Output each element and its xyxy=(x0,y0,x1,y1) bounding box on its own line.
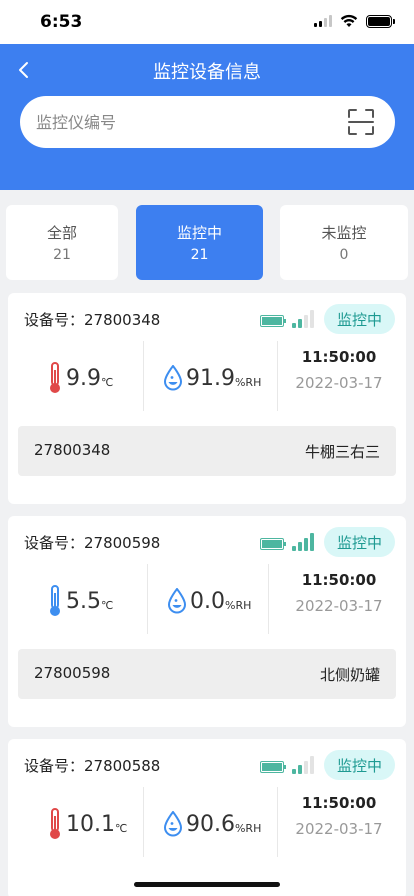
humidity-reading: 91.9 %RH xyxy=(164,338,261,418)
temperature-reading: 9.9 ℃ xyxy=(48,338,113,418)
humidity-value: 90.6 xyxy=(186,811,235,837)
humidity-reading: 0.0 %RH xyxy=(168,561,251,641)
status-badge: 监控中 xyxy=(324,304,395,334)
divider xyxy=(277,341,278,411)
thermometer-icon xyxy=(50,362,60,393)
device-signal-icon xyxy=(292,533,314,551)
tab-monitoring[interactable]: 监控中 21 xyxy=(136,205,263,280)
device-info-bar: 27800348 牛棚三右三 xyxy=(18,426,396,476)
tab-label: 监控中 xyxy=(176,224,222,242)
device-card[interactable]: 设备号：27800588 监控中 10.1 ℃ 90.6 %RH 11:50:0… xyxy=(8,739,406,896)
reading-date: 2022-03-17 xyxy=(295,597,383,615)
water-drop-icon xyxy=(168,588,186,614)
temperature-value: 5.5 xyxy=(66,588,101,614)
divider xyxy=(268,564,269,634)
divider xyxy=(143,787,144,857)
scan-icon[interactable] xyxy=(347,108,375,136)
humidity-unit: %RH xyxy=(234,821,262,835)
reading-timestamp: 11:50:00 2022-03-17 xyxy=(280,571,398,615)
status-icons xyxy=(314,14,395,28)
device-signal-icon xyxy=(292,310,314,328)
divider xyxy=(277,787,278,857)
device-location: 牛棚三右三 xyxy=(304,443,380,461)
water-drop-icon xyxy=(164,365,182,391)
status-badge: 监控中 xyxy=(324,750,395,780)
device-battery-icon xyxy=(260,761,286,773)
device-card[interactable]: 设备号：27800598 监控中 5.5 ℃ 0.0 %RH 11:50:00 … xyxy=(8,516,406,727)
device-id-label: 设备号：27800588 xyxy=(24,757,161,775)
battery-icon xyxy=(366,14,395,28)
reading-timestamp: 11:50:00 2022-03-17 xyxy=(280,794,398,838)
water-drop-icon xyxy=(164,811,182,837)
device-battery-icon xyxy=(260,538,286,550)
temperature-reading: 10.1 ℃ xyxy=(48,784,127,864)
tab-count: 21 xyxy=(53,247,71,263)
device-id-label: 设备号：27800348 xyxy=(24,311,161,329)
device-number-input[interactable] xyxy=(36,96,336,148)
tab-label: 未监控 xyxy=(321,224,367,242)
tab-all[interactable]: 全部 21 xyxy=(6,205,118,280)
search-box[interactable] xyxy=(20,96,395,148)
reading-time: 11:50:00 xyxy=(301,794,377,812)
device-location: 北侧奶罐 xyxy=(319,666,380,684)
reading-timestamp: 11:50:00 2022-03-17 xyxy=(280,348,398,392)
page-title: 监控设备信息 xyxy=(153,62,261,83)
divider xyxy=(147,564,148,634)
tab-count: 0 xyxy=(339,247,349,263)
temperature-reading: 5.5 ℃ xyxy=(48,561,113,641)
reading-time: 11:50:00 xyxy=(301,571,377,589)
temperature-value: 9.9 xyxy=(66,365,101,391)
home-indicator xyxy=(134,882,280,887)
humidity-reading: 90.6 %RH xyxy=(164,784,261,864)
humidity-unit: %RH xyxy=(225,598,252,612)
divider xyxy=(143,341,144,411)
humidity-unit: %RH xyxy=(234,375,262,389)
reading-time: 11:50:00 xyxy=(301,348,377,366)
thermometer-icon xyxy=(50,808,60,839)
device-card[interactable]: 设备号：27800348 监控中 9.9 ℃ 91.9 %RH 11:50:00… xyxy=(8,293,406,504)
device-number: 27800348 xyxy=(34,441,111,459)
reading-date: 2022-03-17 xyxy=(295,820,383,838)
temperature-value: 10.1 xyxy=(66,811,115,837)
device-signal-icon xyxy=(292,756,314,774)
header: 监控设备信息 xyxy=(0,44,414,190)
status-tabs: 全部 21 监控中 21 未监控 0 xyxy=(6,205,408,280)
temperature-unit: ℃ xyxy=(101,375,114,389)
status-time: 6:53 xyxy=(40,12,83,32)
device-battery-icon xyxy=(260,315,286,327)
temperature-unit: ℃ xyxy=(101,598,114,612)
thermometer-icon xyxy=(50,585,60,616)
humidity-value: 91.9 xyxy=(186,365,235,391)
status-bar: 6:53 xyxy=(0,0,414,44)
humidity-value: 0.0 xyxy=(190,588,225,614)
device-info-bar: 27800598 北侧奶罐 xyxy=(18,649,396,699)
status-badge: 监控中 xyxy=(324,527,395,557)
device-number: 27800598 xyxy=(34,664,111,682)
temperature-unit: ℃ xyxy=(114,821,128,835)
cellular-signal-icon xyxy=(314,15,332,27)
reading-date: 2022-03-17 xyxy=(295,374,383,392)
tab-not-monitoring[interactable]: 未监控 0 xyxy=(280,205,408,280)
tab-label: 全部 xyxy=(46,224,77,242)
device-id-label: 设备号：27800598 xyxy=(24,534,161,552)
wifi-icon xyxy=(340,14,358,27)
tab-count: 21 xyxy=(190,247,209,263)
